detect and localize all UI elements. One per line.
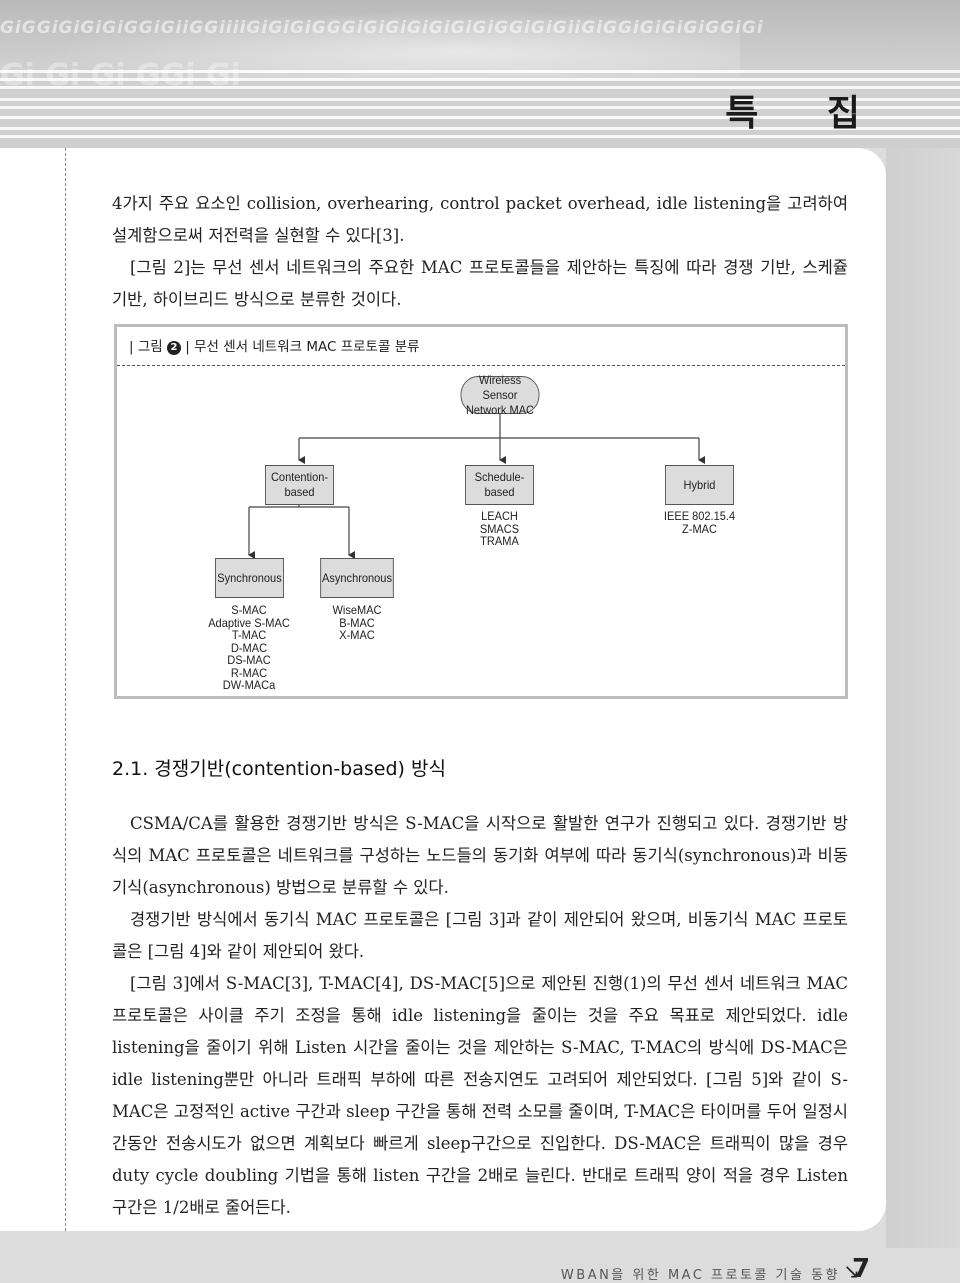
protocol-name: WiseMAC (332, 603, 382, 617)
hybrid-examples: IEEE 802.15.4 Z-MAC (656, 510, 743, 535)
protocol-name: LEACH (481, 509, 518, 523)
header-banner: GiGGiGiGiGiGGiGiiGGiiiiGiGiGiGGGiGiGiGiG… (0, 0, 960, 148)
schedule-examples: LEACH SMACS TRAMA (465, 510, 534, 548)
protocol-name: TRAMA (480, 534, 519, 548)
category-hybrid: Hybrid (665, 465, 734, 505)
root-label-line2: Network MAC (465, 402, 535, 417)
protocol-name: T-MAC (231, 628, 267, 642)
category-contention-based: Contention-based (265, 465, 334, 505)
section-tag: 특 집 (725, 93, 888, 134)
section-heading: 2.1. 경쟁기반(contention-based) 방식 (112, 758, 446, 780)
running-title: WBAN을 위한 MAC 프로토콜 기술 동향 (560, 1268, 840, 1283)
banner-stripe (0, 70, 960, 73)
category-label: based (484, 485, 515, 499)
protocol-name: S-MAC (231, 603, 267, 617)
protocol-name: DS-MAC (227, 653, 271, 667)
protocol-name: Z-MAC (682, 521, 717, 536)
paragraph: [그림 2]는 무선 센서 네트워크의 주요한 MAC 프로토콜들을 제안하는 … (112, 258, 848, 309)
category-label: Contention- (270, 470, 329, 484)
paragraph: 경쟁기반 방식에서 동기식 MAC 프로토콜은 [그림 3]과 같이 제안되어 … (112, 910, 848, 961)
intro-text: 4가지 주요 요소인 collision, overhearing, contr… (112, 188, 848, 316)
figure-2: | 그림 2 | 무선 센서 네트워크 MAC 프로토콜 분류 Wireless… (114, 324, 848, 699)
synchronous-examples: S-MAC Adaptive S-MAC T-MAC D-MAC DS-MAC … (203, 604, 295, 692)
category-schedule-based: Schedule-based (465, 465, 534, 505)
paragraph: CSMA/CA를 활용한 경쟁기반 방식은 S-MAC을 시작으로 활발한 연구… (112, 814, 848, 897)
side-shade (886, 148, 960, 1248)
paragraph: 4가지 주요 요소인 collision, overhearing, contr… (112, 194, 848, 245)
page-number: 7 (852, 1254, 871, 1283)
banner-stripe (0, 78, 960, 81)
subcategory-label: Synchronous (217, 570, 282, 585)
category-label: Hybrid (683, 477, 716, 492)
category-label: Schedule- (474, 470, 525, 484)
protocol-name: DW-MACa (222, 678, 276, 692)
protocol-name: IEEE 802.15.4 (663, 509, 736, 523)
subcategory-label: Asynchronous (322, 570, 392, 585)
protocol-name: X-MAC (339, 628, 375, 642)
margin-guide-line (65, 148, 66, 1231)
section-text: CSMA/CA를 활용한 경쟁기반 방식은 S-MAC을 시작으로 활발한 연구… (112, 808, 848, 1224)
subcategory-synchronous: Synchronous (215, 558, 284, 598)
page-footer: WBAN을 위한 MAC 프로토콜 기술 동향 ↘ 7 (0, 1250, 960, 1283)
category-label: based (284, 485, 315, 499)
subcategory-asynchronous: Asynchronous (320, 558, 394, 598)
root-label-line1: Wireless Sensor (478, 372, 522, 402)
asynchronous-examples: WiseMAC B-MAC X-MAC (316, 604, 399, 642)
paragraph: [그림 3]에서 S-MAC[3], T-MAC[4], DS-MAC[5]으로… (112, 974, 848, 1217)
root-node: Wireless Sensor Network MAC (460, 372, 540, 417)
